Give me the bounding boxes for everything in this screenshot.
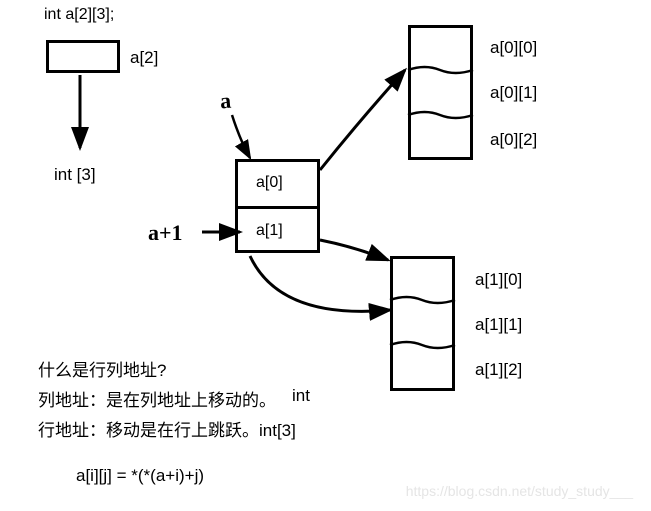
watermark: https://blog.csdn.net/study_study___ bbox=[406, 483, 633, 499]
label-a12: a[1][2] bbox=[475, 360, 522, 380]
label-a2: a[2] bbox=[130, 48, 158, 68]
label-a01: a[0][1] bbox=[490, 83, 537, 103]
question-text: 什么是行列地址? bbox=[38, 356, 166, 381]
middle-array-divider bbox=[235, 206, 320, 209]
box-a2 bbox=[46, 40, 120, 73]
top-right-array-box bbox=[408, 25, 473, 160]
hand-label-a-plus-1: a+1 bbox=[148, 220, 183, 246]
label-a10: a[1][0] bbox=[475, 270, 522, 290]
col-addr-text: 列地址：是在列地址上移动的。 bbox=[38, 386, 276, 411]
col-type-text: int bbox=[292, 386, 310, 406]
hand-label-a: a bbox=[219, 88, 232, 115]
row-addr-text: 行地址：移动是在行上跳跃。int[3] bbox=[38, 416, 296, 441]
label-a00: a[0][0] bbox=[490, 38, 537, 58]
formula-text: a[i][j] = *(*(a+i)+j) bbox=[76, 466, 204, 486]
label-a0: a[0] bbox=[256, 174, 283, 192]
label-int3: int [3] bbox=[54, 165, 96, 185]
label-a11: a[1][1] bbox=[475, 315, 522, 335]
bottom-right-array-box bbox=[390, 256, 455, 391]
code-declaration: int a[2][3]; bbox=[44, 6, 114, 24]
label-a1: a[1] bbox=[256, 222, 283, 240]
label-a02: a[0][2] bbox=[490, 130, 537, 150]
